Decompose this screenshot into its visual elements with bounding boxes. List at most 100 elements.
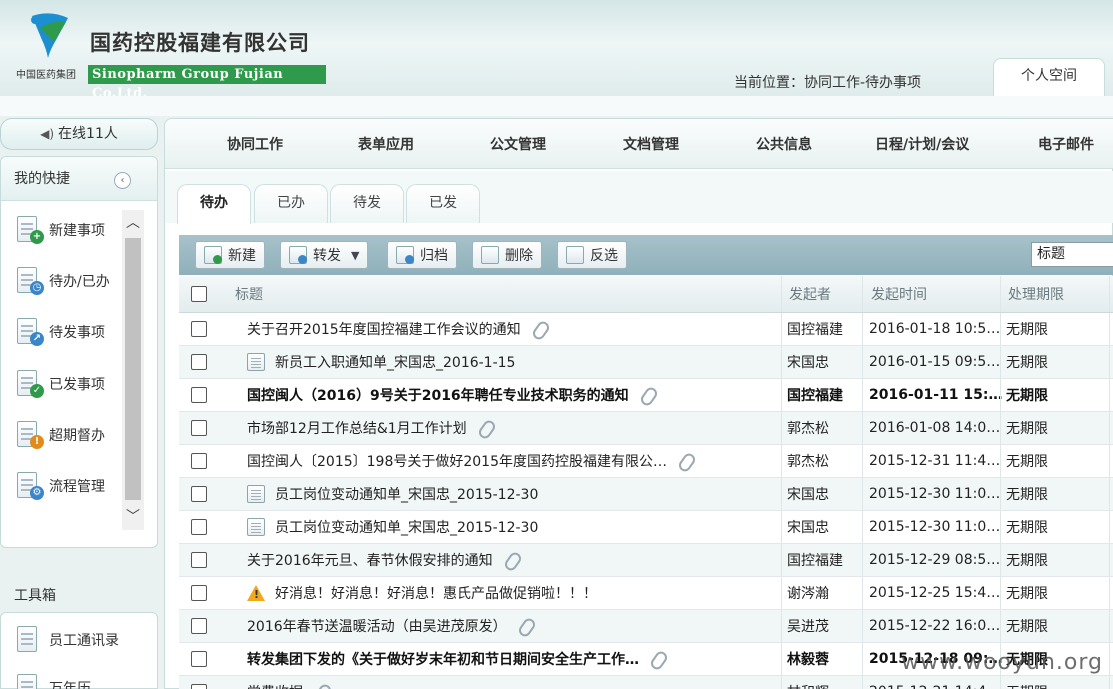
nav-item[interactable]: 日程/计划/会议 (875, 119, 969, 169)
shortcut-item[interactable]: ↗ 待发事项 (14, 312, 105, 352)
scroll-down-icon[interactable]: ﹀ (122, 504, 144, 530)
row-title-cell[interactable]: 员工岗位变动通知单_宋国忠_2015-12-30 (247, 511, 779, 543)
row-checkbox-cell (191, 511, 207, 543)
row-title[interactable]: 好消息！好消息！好消息！惠氏产品做促销啦！！！ (275, 583, 597, 603)
table-row[interactable]: 2016年春节送温暖活动（由吴进茂原发） 吴进茂 2015-12-22 16:0… 无… (179, 610, 1113, 643)
column-header[interactable]: 发起者 (789, 276, 831, 312)
address-book-icon (14, 623, 44, 657)
shortcut-scrollbar[interactable]: ︿ ﹀ (122, 210, 144, 530)
row-title[interactable]: 国控闽人〔2015〕198号关于做好2015年度国药控股福建有限公… (247, 451, 667, 471)
warning-icon (247, 585, 265, 601)
new-item-icon: + (14, 213, 44, 247)
attachment-icon (677, 452, 695, 470)
personal-space-tab[interactable]: 个人空间 (993, 58, 1105, 96)
row-checkbox[interactable] (191, 618, 207, 634)
tool-item[interactable]: 员工通讯录 (14, 620, 119, 660)
row-title[interactable]: 市场部12月工作总结&1月工作计划 (247, 418, 467, 438)
row-title-cell[interactable]: 2016年春节送温暖活动（由吴进茂原发） (247, 610, 779, 642)
row-checkbox[interactable] (191, 321, 207, 337)
row-title[interactable]: 国控闽人（2016）9号关于2016年聘任专业技术职务的通知 (247, 385, 629, 405)
online-users[interactable]: ◀) 在线11人 (0, 118, 158, 150)
invert-selection-button[interactable]: 反选 (557, 241, 627, 269)
attachment-icon (639, 386, 657, 404)
row-title-cell[interactable]: 员工岗位变动通知单_宋国忠_2015-12-30 (247, 478, 779, 510)
row-checkbox[interactable] (191, 486, 207, 502)
row-deadline: 无期限 (1006, 676, 1048, 689)
row-title[interactable]: 党费收据 (247, 682, 303, 689)
table-row[interactable]: 好消息！好消息！好消息！惠氏产品做促销啦！！！ 谢涔瀚 2015-12-25 15:… (179, 577, 1113, 610)
row-checkbox[interactable] (191, 585, 207, 601)
scroll-thumb[interactable] (125, 238, 141, 500)
row-checkbox[interactable] (191, 420, 207, 436)
shortcut-item[interactable]: ◷ 待办/已办 (14, 261, 110, 301)
shortcut-title: 我的快捷 (14, 171, 70, 187)
table-row[interactable]: 关于2016年元旦、春节休假安排的通知 国控福建 2015-12-29 08:5… 无… (179, 544, 1113, 577)
subtab[interactable]: 待办 (177, 184, 251, 224)
new-button[interactable]: 新建 (195, 241, 265, 269)
shortcut-label: 超期督办 (49, 428, 105, 444)
archive-button[interactable]: 归档 (387, 241, 457, 269)
column-separator (781, 544, 782, 576)
row-title-cell[interactable]: 转发集团下发的《关于做好岁末年初和节日期间安全生产工作… (247, 643, 779, 675)
tool-item[interactable]: 万年历 (14, 668, 91, 689)
search-field-select[interactable]: 标题 (1031, 242, 1113, 267)
row-checkbox[interactable] (191, 387, 207, 403)
row-checkbox[interactable] (191, 453, 207, 469)
shortcut-item[interactable]: ! 超期督办 (14, 415, 105, 455)
row-title[interactable]: 关于2016年元旦、春节休假安排的通知 (247, 550, 493, 570)
row-title[interactable]: 关于召开2015年度国控福建工作会议的通知 (247, 319, 521, 339)
column-separator (781, 276, 782, 312)
table-row[interactable]: 党费收据 甘和辉 2015-12-21 14:4… 无期限 (179, 676, 1113, 689)
table-row[interactable]: 员工岗位变动通知单_宋国忠_2015-12-30 宋国忠 2015-12-30 11… (179, 478, 1113, 511)
table-row[interactable]: 关于召开2015年度国控福建工作会议的通知 国控福建 2016-01-18 10:5… (179, 313, 1113, 346)
shortcut-item[interactable]: ✓ 已发事项 (14, 364, 105, 404)
column-header[interactable]: 标题 (235, 276, 263, 312)
row-title-cell[interactable]: 关于2016年元旦、春节休假安排的通知 (247, 544, 779, 576)
row-sender: 郭杰松 (787, 421, 829, 437)
delete-button[interactable]: 删除 (472, 241, 542, 269)
subtab[interactable]: 待发 (330, 184, 404, 223)
row-title[interactable]: 员工岗位变动通知单_宋国忠_2015-12-30 (275, 484, 538, 504)
row-title[interactable]: 新员工入职通知单_宋国忠_2016-1-15 (275, 352, 515, 372)
table-row[interactable]: 员工岗位变动通知单_宋国忠_2015-12-30 宋国忠 2015-12-30 11… (179, 511, 1113, 544)
table-row[interactable]: 市场部12月工作总结&1月工作计划 郭杰松 2016-01-08 14:0… 无期限 (179, 412, 1113, 445)
row-title-cell[interactable]: 新员工入职通知单_宋国忠_2016-1-15 (247, 346, 779, 378)
nav-item[interactable]: 文档管理 (623, 119, 679, 169)
subtab[interactable]: 已办 (254, 184, 328, 223)
row-title-cell[interactable]: 关于召开2015年度国控福建工作会议的通知 (247, 313, 779, 345)
row-checkbox[interactable] (191, 354, 207, 370)
chevron-down-icon[interactable]: ▼ (351, 249, 359, 262)
row-title-cell[interactable]: 市场部12月工作总结&1月工作计划 (247, 412, 779, 444)
shortcut-item[interactable]: + 新建事项 (14, 210, 105, 250)
collapse-sidebar-button[interactable]: ‹ (114, 172, 131, 189)
row-title[interactable]: 员工岗位变动通知单_宋国忠_2015-12-30 (275, 517, 538, 537)
shortcut-item[interactable]: ⚙ 流程管理 (14, 466, 105, 506)
row-title-cell[interactable]: 党费收据 (247, 676, 779, 689)
subtab[interactable]: 已发 (406, 184, 480, 223)
row-checkbox[interactable] (191, 519, 207, 535)
row-title-cell[interactable]: 国控闽人（2016）9号关于2016年聘任专业技术职务的通知 (247, 379, 779, 411)
nav-item[interactable]: 公共信息 (756, 119, 812, 169)
row-title-cell[interactable]: 国控闽人〔2015〕198号关于做好2015年度国药控股福建有限公… (247, 445, 779, 477)
row-checkbox[interactable] (191, 552, 207, 568)
row-title[interactable]: 2016年春节送温暖活动（由吴进茂原发） (247, 616, 507, 636)
row-checkbox[interactable] (191, 684, 207, 689)
nav-item[interactable]: 协同工作 (227, 119, 283, 169)
row-title[interactable]: 转发集团下发的《关于做好岁末年初和节日期间安全生产工作… (247, 649, 639, 669)
scroll-up-icon[interactable]: ︿ (122, 210, 144, 236)
row-title-cell[interactable]: 好消息！好消息！好消息！惠氏产品做促销啦！！！ (247, 577, 779, 609)
select-all-checkbox[interactable] (191, 286, 207, 302)
column-header[interactable]: 发起时间 (871, 276, 927, 312)
row-checkbox[interactable] (191, 651, 207, 667)
column-separator (1000, 445, 1001, 477)
table-row[interactable]: 新员工入职通知单_宋国忠_2016-1-15 宋国忠 2016-01-15 09:5… (179, 346, 1113, 379)
table-row[interactable]: 国控闽人（2016）9号关于2016年聘任专业技术职务的通知 国控福建 2016-0… (179, 379, 1113, 412)
column-header[interactable]: 处理期限 (1008, 276, 1064, 312)
nav-item[interactable]: 电子邮件 (1038, 119, 1094, 169)
nav-item[interactable]: 公文管理 (490, 119, 546, 169)
table-row[interactable]: 国控闽人〔2015〕198号关于做好2015年度国药控股福建有限公… 郭杰松 201… (179, 445, 1113, 478)
column-separator (1109, 577, 1110, 609)
nav-item[interactable]: 表单应用 (358, 119, 414, 169)
row-sender: 谢涔瀚 (787, 586, 829, 602)
forward-button[interactable]: 转发 ▼ (280, 241, 369, 269)
